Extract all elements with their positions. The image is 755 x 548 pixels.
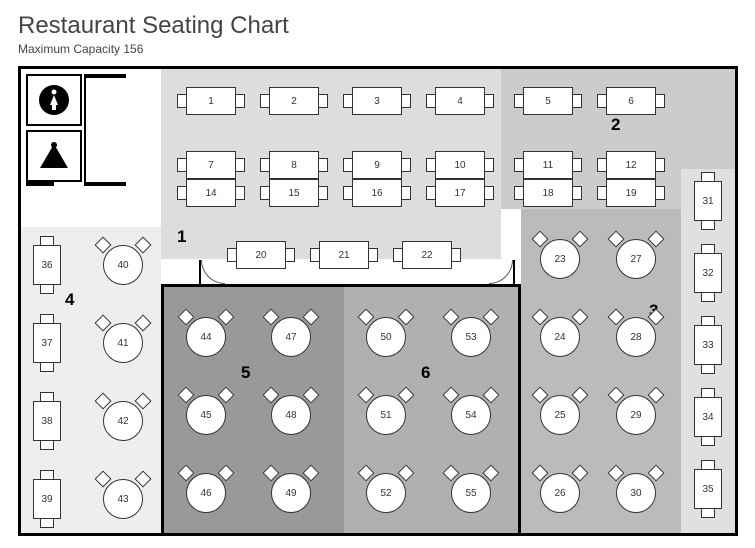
table-9[interactable]: 9 xyxy=(352,151,402,179)
table-12[interactable]: 12 xyxy=(606,151,656,179)
door-icon xyxy=(199,260,223,284)
section-2-label: 2 xyxy=(611,115,620,135)
table-43[interactable]: 43 xyxy=(103,479,143,519)
section-4-label: 4 xyxy=(65,290,74,310)
womens-restroom-icon xyxy=(39,85,69,115)
table-14[interactable]: 14 xyxy=(186,179,236,207)
table-33[interactable]: 33 xyxy=(694,325,722,365)
table-40[interactable]: 40 xyxy=(103,245,143,285)
table-23[interactable]: 23 xyxy=(540,239,580,279)
section-5-label: 5 xyxy=(241,363,250,383)
table-29[interactable]: 29 xyxy=(616,395,656,435)
capacity-subtitle: Maximum Capacity 156 xyxy=(18,42,737,56)
table-27[interactable]: 27 xyxy=(616,239,656,279)
table-42[interactable]: 42 xyxy=(103,401,143,441)
table-8[interactable]: 8 xyxy=(269,151,319,179)
table-34[interactable]: 34 xyxy=(694,397,722,437)
table-44[interactable]: 44 xyxy=(186,317,226,357)
table-26[interactable]: 26 xyxy=(540,473,580,513)
mens-restroom-icon xyxy=(40,144,68,168)
table-17[interactable]: 17 xyxy=(435,179,485,207)
section-1-label: 1 xyxy=(177,227,186,247)
table-5[interactable]: 5 xyxy=(523,87,573,115)
page-title: Restaurant Seating Chart xyxy=(18,12,737,40)
table-54[interactable]: 54 xyxy=(451,395,491,435)
section-6-label: 6 xyxy=(421,363,430,383)
table-7[interactable]: 7 xyxy=(186,151,236,179)
table-41[interactable]: 41 xyxy=(103,323,143,363)
table-11[interactable]: 11 xyxy=(523,151,573,179)
table-32[interactable]: 32 xyxy=(694,253,722,293)
table-2[interactable]: 2 xyxy=(269,87,319,115)
table-20[interactable]: 20 xyxy=(236,241,286,269)
floor-plan: 1 2 3 4 5 6 1 2 3 4 5 6 7 8 9 10 11 12 1… xyxy=(18,66,738,536)
table-22[interactable]: 22 xyxy=(402,241,452,269)
table-48[interactable]: 48 xyxy=(271,395,311,435)
table-31[interactable]: 31 xyxy=(694,181,722,221)
table-30[interactable]: 30 xyxy=(616,473,656,513)
wall-segment xyxy=(26,182,54,186)
table-15[interactable]: 15 xyxy=(269,179,319,207)
table-50[interactable]: 50 xyxy=(366,317,406,357)
womens-restroom xyxy=(26,74,82,126)
table-36[interactable]: 36 xyxy=(33,245,61,285)
table-45[interactable]: 45 xyxy=(186,395,226,435)
table-3[interactable]: 3 xyxy=(352,87,402,115)
table-38[interactable]: 38 xyxy=(33,401,61,441)
table-47[interactable]: 47 xyxy=(271,317,311,357)
door-icon xyxy=(491,260,515,284)
table-46[interactable]: 46 xyxy=(186,473,226,513)
wall-segment xyxy=(84,74,126,78)
table-10[interactable]: 10 xyxy=(435,151,485,179)
mens-restroom xyxy=(26,130,82,182)
table-49[interactable]: 49 xyxy=(271,473,311,513)
table-25[interactable]: 25 xyxy=(540,395,580,435)
table-37[interactable]: 37 xyxy=(33,323,61,363)
table-19[interactable]: 19 xyxy=(606,179,656,207)
table-1[interactable]: 1 xyxy=(186,87,236,115)
table-51[interactable]: 51 xyxy=(366,395,406,435)
table-24[interactable]: 24 xyxy=(540,317,580,357)
wall-segment xyxy=(84,182,126,186)
table-4[interactable]: 4 xyxy=(435,87,485,115)
table-35[interactable]: 35 xyxy=(694,469,722,509)
wall-segment xyxy=(84,74,86,182)
table-52[interactable]: 52 xyxy=(366,473,406,513)
table-16[interactable]: 16 xyxy=(352,179,402,207)
table-28[interactable]: 28 xyxy=(616,317,656,357)
table-55[interactable]: 55 xyxy=(451,473,491,513)
table-21[interactable]: 21 xyxy=(319,241,369,269)
table-6[interactable]: 6 xyxy=(606,87,656,115)
table-18[interactable]: 18 xyxy=(523,179,573,207)
table-53[interactable]: 53 xyxy=(451,317,491,357)
table-39[interactable]: 39 xyxy=(33,479,61,519)
